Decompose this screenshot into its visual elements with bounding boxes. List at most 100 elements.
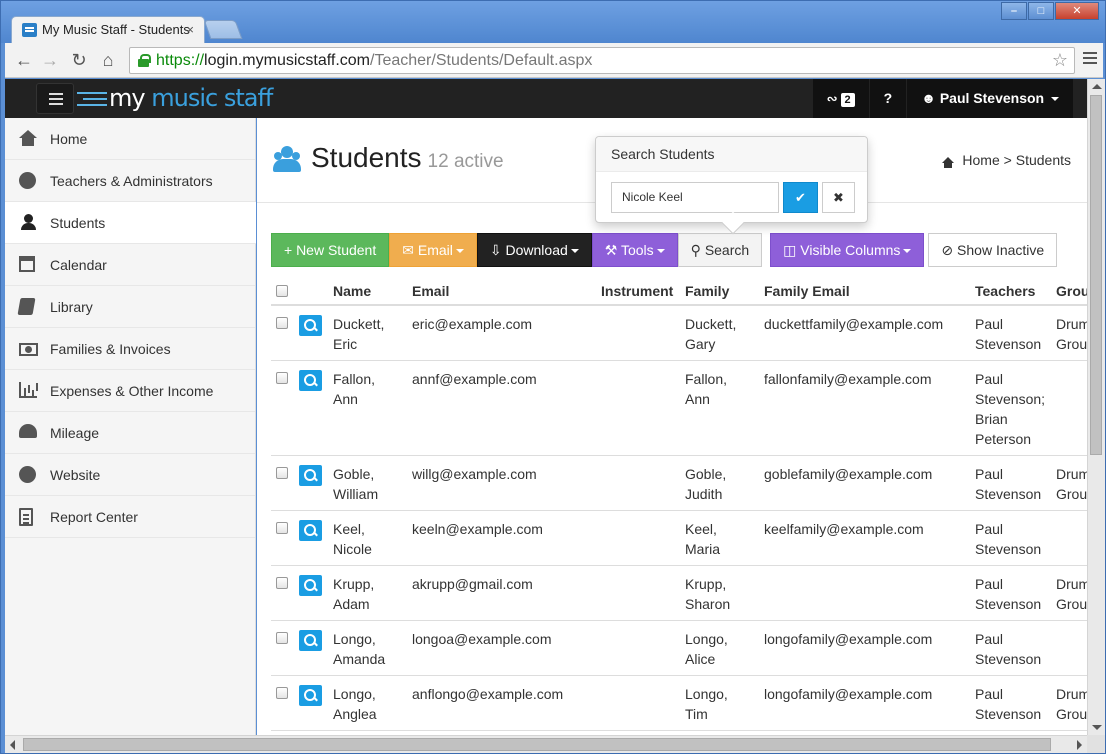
row-checkbox[interactable] <box>276 577 288 589</box>
forward-icon[interactable]: → <box>39 49 61 71</box>
horizontal-scroll-thumb[interactable] <box>23 738 1051 751</box>
sidebar-item-library[interactable]: Library <box>5 286 255 328</box>
student-instrument <box>601 305 685 361</box>
row-checkbox[interactable] <box>276 632 288 644</box>
visible-columns-button[interactable]: ◫ Visible Columns <box>770 233 925 267</box>
popover-title: Search Students <box>596 137 867 172</box>
student-first-name[interactable]: William <box>333 484 412 504</box>
check-icon: ✔ <box>795 190 806 205</box>
row-checkbox[interactable] <box>276 372 288 384</box>
email-button[interactable]: ✉ Email <box>389 233 477 267</box>
student-first-name[interactable]: Anglea <box>333 704 412 724</box>
home-icon <box>19 130 37 146</box>
download-button[interactable]: ⇩ Download <box>476 233 592 267</box>
teacher-name: Stevenson <box>975 541 1042 557</box>
notifications-button[interactable]: ∾ 2 <box>812 79 869 118</box>
reload-icon[interactable]: ↻ <box>68 49 90 71</box>
sidebar-item-expenses[interactable]: Expenses & Other Income <box>5 370 255 412</box>
home-icon[interactable]: ⌂ <box>97 49 119 71</box>
student-first-name[interactable]: Eric <box>333 334 412 354</box>
sidebar-item-label: Expenses & Other Income <box>50 383 214 399</box>
view-student-icon[interactable] <box>299 370 322 391</box>
group-name: Grou <box>1056 706 1087 722</box>
teacher-name: Stevenson <box>975 486 1042 502</box>
browser-menu-icon[interactable] <box>1083 52 1097 64</box>
student-first-name[interactable]: Nicole <box>333 539 412 559</box>
sidebar-item-report-center[interactable]: Report Center <box>5 496 255 538</box>
new-tab-button[interactable] <box>203 20 243 39</box>
student-last-name[interactable]: Duckett, <box>333 314 412 334</box>
sidebar-item-families[interactable]: Families & Invoices <box>5 328 255 370</box>
student-last-name[interactable]: Keel, <box>333 519 412 539</box>
view-student-icon[interactable] <box>299 520 322 541</box>
column-header-name[interactable]: Name <box>333 278 412 306</box>
teacher-name: Paul <box>975 371 1004 387</box>
view-student-icon[interactable] <box>299 630 322 651</box>
row-checkbox[interactable] <box>276 317 288 329</box>
breadcrumb-home[interactable]: Home <box>962 152 999 168</box>
new-student-button[interactable]: + New Student <box>271 233 390 267</box>
sidebar-item-calendar[interactable]: Calendar <box>5 244 255 286</box>
student-first-name[interactable]: Amanda <box>333 649 412 669</box>
bookmark-star-icon[interactable]: ☆ <box>1052 48 1068 73</box>
scroll-up-icon[interactable] <box>1092 84 1102 89</box>
menu-toggle-button[interactable] <box>36 83 74 114</box>
chevron-down-icon <box>903 249 912 254</box>
vertical-scroll-thumb[interactable] <box>1090 95 1102 455</box>
student-last-name[interactable]: Longo, <box>333 629 412 649</box>
ban-icon: ⊘ <box>941 242 954 258</box>
tools-button[interactable]: ⚒ Tools <box>591 233 678 267</box>
student-last-name[interactable]: Longo, <box>333 684 412 704</box>
user-menu[interactable]: ☻ Paul Stevenson <box>907 79 1073 118</box>
search-clear-button[interactable]: ✖ <box>822 182 855 213</box>
row-checkbox[interactable] <box>276 467 288 479</box>
student-last-name[interactable]: Fallon, <box>333 369 412 389</box>
view-student-icon[interactable] <box>299 465 322 486</box>
row-checkbox[interactable] <box>276 522 288 534</box>
address-bar[interactable]: https://login.mymusicstaff.com/Teacher/S… <box>129 47 1075 74</box>
sidebar-item-students[interactable]: Students <box>5 202 256 244</box>
search-input[interactable]: Nicole Keel <box>611 182 779 213</box>
sidebar-item-label: Mileage <box>50 425 100 441</box>
sidebar-item-website[interactable]: Website <box>5 454 255 496</box>
back-icon[interactable]: ← <box>13 49 35 71</box>
sidebar-item-teachers[interactable]: Teachers & Administrators <box>5 160 255 202</box>
column-header-groups[interactable]: Grou <box>1056 278 1087 306</box>
scroll-down-icon[interactable] <box>1092 725 1102 730</box>
scroll-right-icon[interactable] <box>1077 740 1082 750</box>
horizontal-scrollbar[interactable] <box>5 735 1087 753</box>
scroll-left-icon[interactable] <box>10 740 15 750</box>
column-header-instrument[interactable]: Instrument <box>601 278 685 306</box>
column-header-family[interactable]: Family <box>685 278 764 306</box>
family-last-name: Goble, <box>685 466 727 482</box>
close-window-button[interactable]: ✕ <box>1055 2 1099 20</box>
help-button[interactable]: ? <box>869 79 907 118</box>
column-header-teachers[interactable]: Teachers <box>975 278 1056 306</box>
column-header-family-email[interactable]: Family Email <box>764 278 975 306</box>
sidebar-item-home[interactable]: Home <box>5 118 255 160</box>
view-student-icon[interactable] <box>299 685 322 706</box>
student-last-name[interactable]: Krupp, <box>333 574 412 594</box>
search-button[interactable]: ⚲ Search <box>677 233 763 267</box>
site-favicon-icon <box>22 23 37 37</box>
select-all-checkbox[interactable] <box>276 284 288 297</box>
student-last-name[interactable]: Goble, <box>333 464 412 484</box>
row-checkbox[interactable] <box>276 687 288 699</box>
column-header-email[interactable]: Email <box>412 278 601 306</box>
sidebar-item-mileage[interactable]: Mileage <box>5 412 255 454</box>
minimize-button[interactable]: ⎯ <box>1001 2 1027 20</box>
view-student-icon[interactable] <box>299 575 322 596</box>
show-inactive-button[interactable]: ⊘ Show Inactive <box>928 233 1058 267</box>
maximize-button[interactable]: □ <box>1028 2 1054 20</box>
url-path: /Teacher/Students/Default.aspx <box>370 52 593 69</box>
app-logo[interactable]: my music staff <box>77 84 273 112</box>
browser-window: My Music Staff - Students × ⎯ □ ✕ ← → ↻ … <box>0 0 1106 754</box>
family-first-name: Alice <box>685 651 716 667</box>
tab-close-icon[interactable]: × <box>186 22 194 37</box>
view-student-icon[interactable] <box>299 315 322 336</box>
student-first-name[interactable]: Adam <box>333 594 412 614</box>
student-first-name[interactable]: Ann <box>333 389 412 409</box>
vertical-scrollbar[interactable] <box>1087 79 1105 735</box>
browser-tab[interactable]: My Music Staff - Students × <box>11 16 205 43</box>
search-submit-button[interactable]: ✔ <box>783 182 818 213</box>
